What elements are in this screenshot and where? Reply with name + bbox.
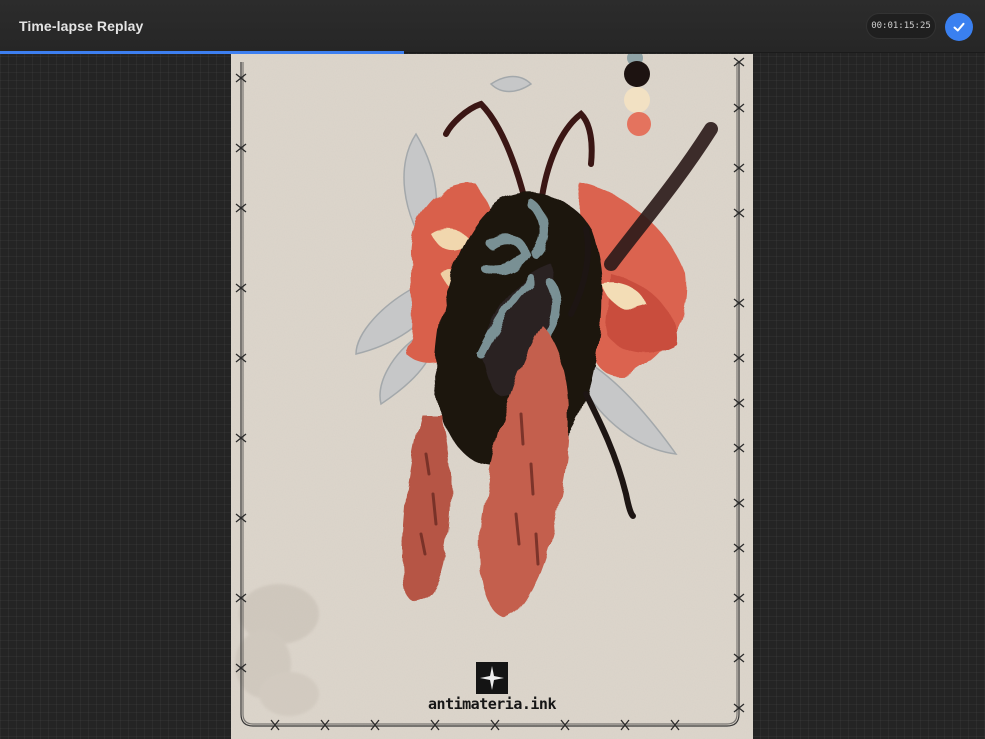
logo-mark [476, 662, 508, 694]
timelapse-replay-screen: antimateria.ink Time-lapse Replay 00:01:… [0, 0, 985, 739]
playback-scrubber[interactable] [0, 51, 985, 54]
timecode-display: 00:01:15:25 [866, 13, 936, 39]
palette-swatches [624, 50, 651, 136]
artwork-illustration [231, 50, 753, 739]
done-button[interactable] [945, 13, 973, 41]
checkmark-icon [953, 22, 965, 32]
top-bar: Time-lapse Replay 00:01:15:25 [0, 0, 985, 53]
playback-progress-fill [0, 51, 404, 54]
watermark-text: antimateria.ink [428, 695, 556, 713]
page-title: Time-lapse Replay [19, 18, 144, 34]
artwork-canvas: antimateria.ink [231, 50, 753, 739]
